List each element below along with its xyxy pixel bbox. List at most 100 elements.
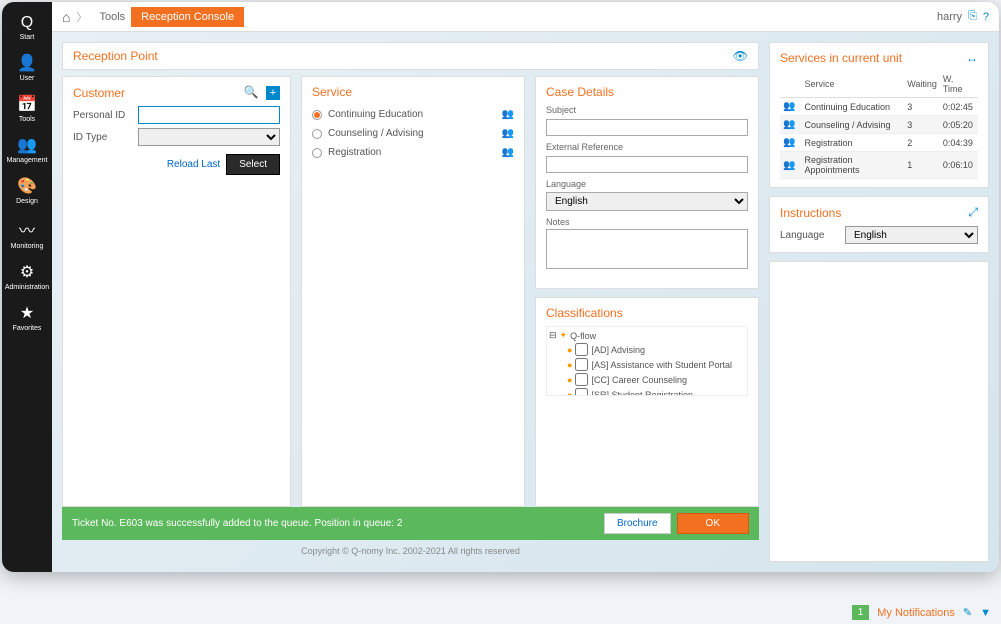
class-checkbox[interactable] bbox=[575, 373, 588, 386]
search-icon[interactable]: 🔍 bbox=[244, 85, 259, 99]
notifications-label: My Notifications bbox=[877, 607, 955, 619]
extref-label: External Reference bbox=[546, 142, 748, 152]
classifications-panel: Classifications ⊟✦Q-flow ●[AD] Advising … bbox=[535, 297, 759, 507]
case-panel: Case Details Subject External Reference … bbox=[535, 76, 759, 289]
language-label: Language bbox=[546, 179, 748, 189]
class-checkbox[interactable] bbox=[575, 388, 588, 396]
case-title: Case Details bbox=[546, 85, 614, 99]
help-icon[interactable]: ? bbox=[983, 11, 989, 23]
classifications-title: Classifications bbox=[546, 306, 623, 320]
brochure-button[interactable]: Brochure bbox=[604, 513, 671, 534]
subject-input[interactable] bbox=[546, 119, 748, 136]
logout-icon[interactable]: ⎘ bbox=[968, 10, 977, 23]
personal-id-input[interactable] bbox=[138, 106, 280, 124]
sidebar-label: Start bbox=[4, 34, 50, 41]
gear-icon: ⚙ bbox=[4, 262, 50, 282]
col-wtime: W. Time bbox=[940, 71, 978, 98]
sidebar-item-start[interactable]: QStart bbox=[2, 8, 52, 47]
status-message: Ticket No. E603 was successfully added t… bbox=[72, 518, 402, 529]
people-icon: 👥 bbox=[783, 137, 795, 148]
enqueue-icon[interactable]: 👥 bbox=[502, 109, 514, 120]
sidebar: QStart 👤User 📅Tools 👥Management 🎨Design … bbox=[2, 2, 52, 572]
reception-title: Reception Point bbox=[73, 49, 158, 63]
chevron-icon: 〉 bbox=[76, 9, 87, 25]
sidebar-label: Management bbox=[4, 157, 50, 164]
customer-panel: Customer 🔍 + Personal ID bbox=[62, 76, 291, 507]
status-bar: Ticket No. E603 was successfully added t… bbox=[62, 507, 759, 540]
class-item: [SR] Student Registration bbox=[591, 390, 693, 397]
expand-icon[interactable]: ⤢ bbox=[968, 205, 978, 220]
sidebar-label: Tools bbox=[4, 116, 50, 123]
home-icon[interactable]: ⌂ bbox=[62, 9, 70, 25]
enqueue-icon[interactable]: 👥 bbox=[502, 147, 514, 158]
notes-input[interactable] bbox=[546, 229, 748, 269]
content: Reception Point 👁 Customer 🔍 + bbox=[52, 32, 999, 572]
col-service: Service bbox=[801, 71, 904, 98]
add-customer-icon[interactable]: + bbox=[266, 86, 280, 100]
instructions-language-select[interactable]: English bbox=[845, 226, 978, 244]
service-label: Registration bbox=[328, 147, 381, 158]
sidebar-item-management[interactable]: 👥 Management bbox=[2, 129, 52, 170]
people-icon: 👥 bbox=[783, 119, 795, 130]
ok-button[interactable]: OK bbox=[677, 513, 749, 534]
class-checkbox[interactable] bbox=[575, 358, 588, 371]
sidebar-label: User bbox=[4, 75, 50, 82]
calendar-icon: 📅 bbox=[4, 94, 50, 114]
notification-count: 1 bbox=[852, 605, 870, 620]
people-icon: 👥 bbox=[4, 135, 50, 155]
sidebar-label: Monitoring bbox=[4, 243, 50, 250]
sidebar-item-tools[interactable]: 📅 Tools bbox=[2, 88, 52, 129]
radio-icon bbox=[312, 110, 322, 120]
class-item: [AS] Assistance with Student Portal bbox=[591, 360, 732, 370]
services-table: Service Waiting W. Time 👥Continuing Educ… bbox=[780, 71, 978, 179]
edit-icon[interactable]: ✎ bbox=[963, 606, 972, 619]
refresh-icon[interactable]: ↔ bbox=[966, 51, 978, 65]
sidebar-item-monitoring[interactable]: 〰Monitoring bbox=[2, 211, 52, 256]
sidebar-item-design[interactable]: 🎨 Design bbox=[2, 170, 52, 211]
instructions-title: Instructions bbox=[780, 206, 841, 220]
sidebar-item-administration[interactable]: ⚙ Administration bbox=[2, 256, 52, 297]
user-icon: 👤 bbox=[4, 53, 50, 73]
collapse-icon[interactable]: ⊟ bbox=[549, 330, 557, 341]
filter-icon[interactable]: ▼ bbox=[980, 607, 991, 619]
sidebar-label: Administration bbox=[4, 284, 50, 291]
table-row[interactable]: 👥Registration20:04:39 bbox=[780, 134, 978, 152]
extref-input[interactable] bbox=[546, 156, 748, 173]
enqueue-icon[interactable]: 👥 bbox=[502, 128, 514, 139]
services-unit-title: Services in current unit bbox=[780, 51, 902, 65]
table-row[interactable]: 👥Continuing Education30:02:45 bbox=[780, 98, 978, 116]
footer: Copyright © Q-nomy Inc. 2002-2021 All ri… bbox=[62, 540, 759, 562]
sidebar-item-favorites[interactable]: ★ Favorites bbox=[2, 297, 52, 338]
sidebar-item-user[interactable]: 👤 User bbox=[2, 47, 52, 88]
star-icon: ★ bbox=[4, 303, 50, 323]
class-checkbox[interactable] bbox=[575, 343, 588, 356]
notes-label: Notes bbox=[546, 217, 748, 227]
palette-icon: 🎨 bbox=[4, 176, 50, 196]
eye-icon[interactable]: 👁 bbox=[733, 49, 748, 63]
topbar: ⌂ 〉 Tools Reception Console harry ⎘ ? bbox=[52, 2, 999, 32]
select-button[interactable]: Select bbox=[226, 154, 280, 175]
notifications-bar[interactable]: 1 My Notifications ✎ ▼ bbox=[852, 605, 991, 620]
service-option[interactable]: Continuing Education 👥 bbox=[312, 105, 514, 124]
people-icon: 👥 bbox=[783, 160, 795, 171]
classification-tree[interactable]: ⊟✦Q-flow ●[AD] Advising ●[AS] Assistance… bbox=[546, 326, 748, 396]
sidebar-label: Favorites bbox=[4, 325, 50, 332]
table-row[interactable]: 👥Registration Appointments10:06:10 bbox=[780, 152, 978, 179]
instructions-body bbox=[769, 261, 989, 562]
service-panel: Service Continuing Education 👥 Counselin… bbox=[301, 76, 525, 507]
id-type-label: ID Type bbox=[73, 132, 138, 143]
col-waiting: Waiting bbox=[904, 71, 940, 98]
id-type-select[interactable] bbox=[138, 128, 280, 146]
main-area: ⌂ 〉 Tools Reception Console harry ⎘ ? Re… bbox=[52, 2, 999, 572]
customer-title: Customer bbox=[73, 86, 125, 100]
language-select[interactable]: English bbox=[546, 192, 748, 211]
subject-label: Subject bbox=[546, 105, 748, 115]
service-title: Service bbox=[312, 85, 352, 99]
sidebar-label: Design bbox=[4, 198, 50, 205]
reload-last-button[interactable]: Reload Last bbox=[167, 154, 220, 175]
people-icon: 👥 bbox=[783, 101, 795, 112]
service-option[interactable]: Registration 👥 bbox=[312, 143, 514, 162]
table-row[interactable]: 👥Counseling / Advising30:05:20 bbox=[780, 116, 978, 134]
breadcrumb-tools[interactable]: Tools bbox=[93, 11, 131, 23]
service-option[interactable]: Counseling / Advising 👥 bbox=[312, 124, 514, 143]
